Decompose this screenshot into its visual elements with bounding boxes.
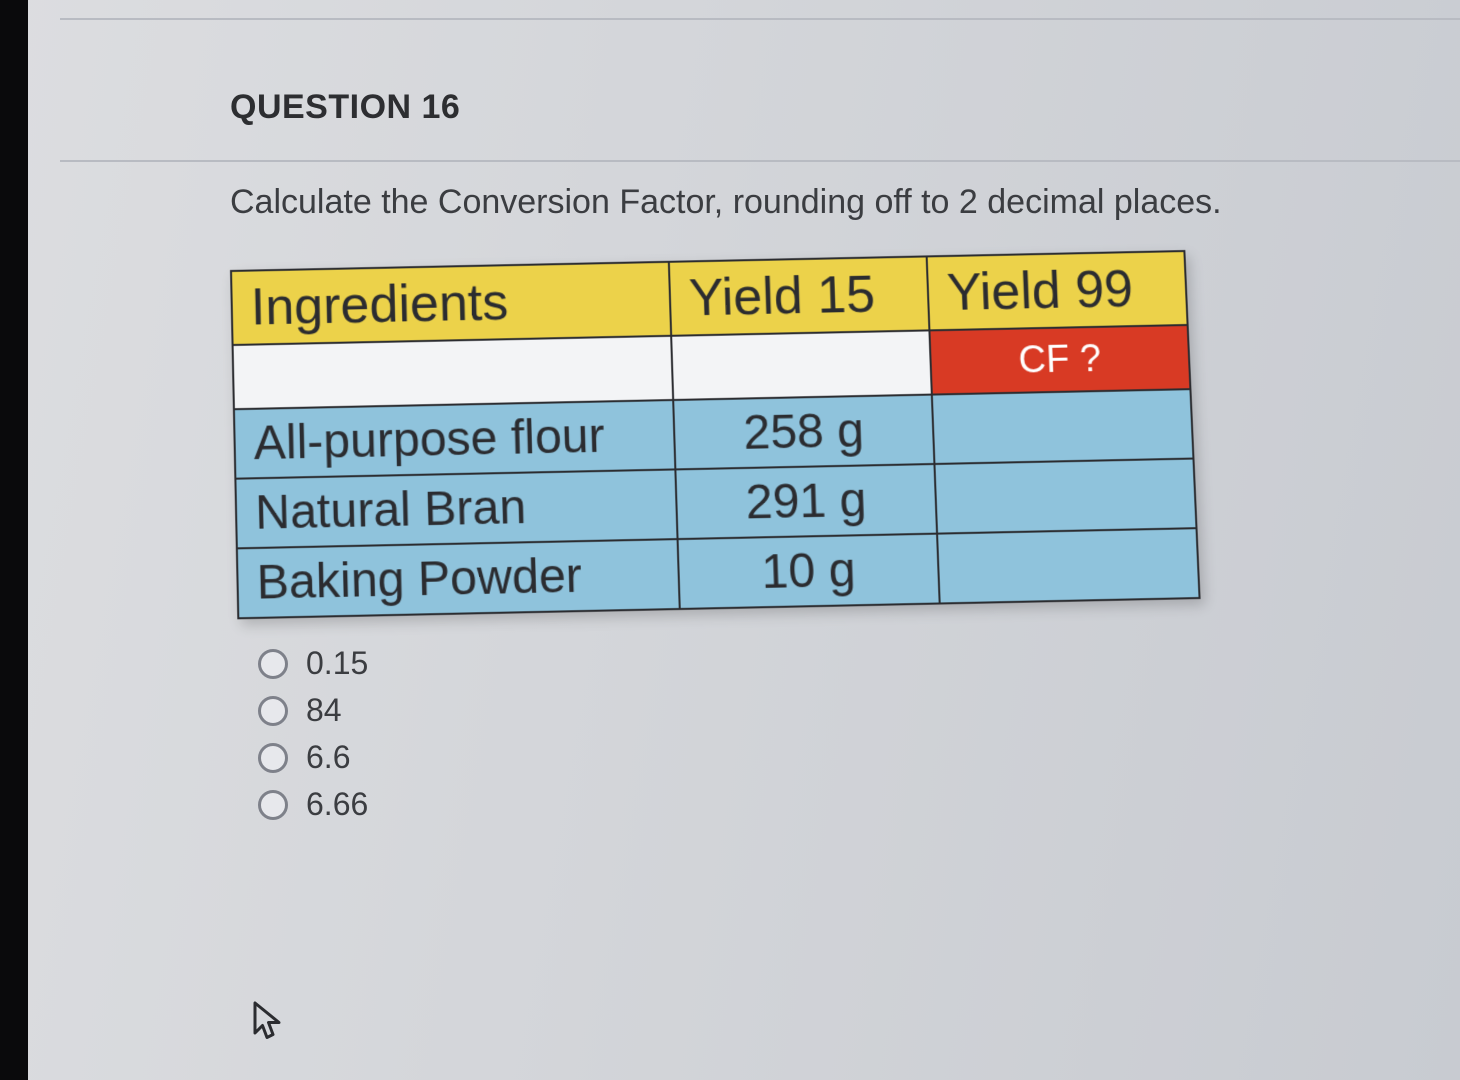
ingredient-yield15: 291 g <box>675 464 937 539</box>
screen-left-border <box>0 0 28 1080</box>
ingredient-yield15: 258 g <box>673 395 934 470</box>
subheader-blank-1 <box>233 336 674 409</box>
question-block: QUESTION 16 Calculate the Conversion Fac… <box>230 88 1460 833</box>
col-header-yield-99: Yield 99 <box>927 251 1188 330</box>
recipe-table-wrap: Ingredients Yield 15 Yield 99 CF ? All-p… <box>230 244 1460 619</box>
radio-icon[interactable] <box>258 790 288 820</box>
ingredient-yield99 <box>934 459 1196 534</box>
recipe-table: Ingredients Yield 15 Yield 99 CF ? All-p… <box>230 250 1201 619</box>
page: QUESTION 16 Calculate the Conversion Fac… <box>0 0 1460 1080</box>
radio-icon[interactable] <box>258 743 288 773</box>
question-number-label: QUESTION 16 <box>230 88 1460 127</box>
question-prompt: Calculate the Conversion Factor, roundin… <box>230 183 1460 222</box>
col-header-ingredients: Ingredients <box>231 262 671 345</box>
ingredient-yield15: 10 g <box>678 534 940 609</box>
radio-icon[interactable] <box>258 649 288 679</box>
ingredient-name: Baking Powder <box>237 539 680 618</box>
answer-option-label: 6.66 <box>306 786 368 823</box>
answer-option-label: 0.15 <box>306 645 368 682</box>
answer-option[interactable]: 0.15 <box>258 645 1460 682</box>
answer-option[interactable]: 6.66 <box>258 786 1460 823</box>
cf-label-cell: CF ? <box>929 325 1190 395</box>
answer-option-label: 6.6 <box>306 739 350 776</box>
subheader-blank-2 <box>671 330 932 400</box>
col-header-yield-15: Yield 15 <box>669 256 930 335</box>
ingredient-name: Natural Bran <box>235 469 677 548</box>
divider-top <box>60 18 1460 20</box>
cursor-icon <box>250 1000 284 1042</box>
ingredient-yield99 <box>937 528 1199 603</box>
answer-option[interactable]: 6.6 <box>258 739 1460 776</box>
ingredient-yield99 <box>932 389 1194 464</box>
answer-option[interactable]: 84 <box>258 692 1460 729</box>
radio-icon[interactable] <box>258 696 288 726</box>
answer-options: 0.15 84 6.6 6.66 <box>230 645 1460 823</box>
ingredient-name: All-purpose flour <box>234 400 675 479</box>
answer-option-label: 84 <box>306 692 342 729</box>
